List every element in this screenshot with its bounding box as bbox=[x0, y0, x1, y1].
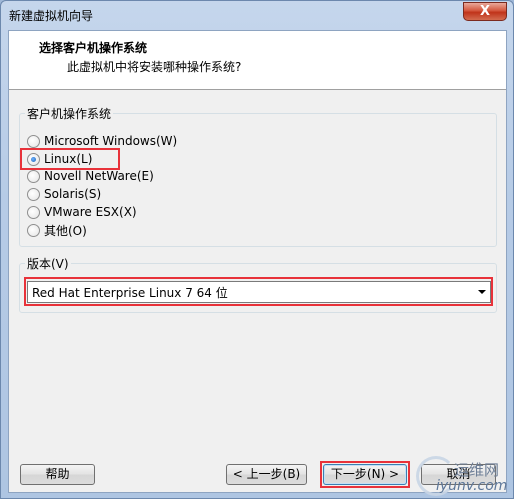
radio-other[interactable]: 其他(O) bbox=[27, 222, 87, 238]
radio-solaris[interactable]: Solaris(S) bbox=[27, 186, 101, 202]
window-title: 新建虚拟机向导 bbox=[9, 9, 94, 23]
guest-os-group-label: 客户机操作系统 bbox=[25, 105, 114, 122]
linux-highlight-box bbox=[20, 148, 120, 170]
back-button[interactable]: < 上一步(B) bbox=[226, 464, 307, 485]
version-group-label: 版本(V) bbox=[25, 255, 71, 272]
radio-netware[interactable]: Novell NetWare(E) bbox=[27, 168, 154, 184]
radio-windows-button[interactable] bbox=[27, 134, 40, 148]
wizard-window: 新建虚拟机向导 X 选择客户机操作系统 此虚拟机中将安装哪种操作系统? 客户机操… bbox=[0, 0, 514, 499]
wizard-header: 选择客户机操作系统 此虚拟机中将安装哪种操作系统? bbox=[9, 31, 506, 90]
radio-solaris-label: Solaris(S) bbox=[44, 187, 102, 201]
radio-esx-label: VMware ESX(X) bbox=[44, 205, 137, 219]
radio-windows-label: Microsoft Windows(W) bbox=[44, 134, 178, 148]
help-button[interactable]: 帮助 bbox=[20, 464, 95, 485]
close-icon: X bbox=[479, 4, 491, 19]
radio-esx-button[interactable] bbox=[27, 205, 40, 219]
watermark-en-text: iyunv.com bbox=[436, 478, 508, 494]
watermark-cn-text: 运维网 bbox=[454, 461, 500, 479]
page-subtitle: 此虚拟机中将安装哪种操作系统? bbox=[67, 60, 242, 74]
watermark-logo: 运维网 iyunv.com bbox=[416, 456, 511, 498]
radio-netware-label: Novell NetWare(E) bbox=[44, 169, 154, 183]
radio-esx[interactable]: VMware ESX(X) bbox=[27, 204, 137, 220]
radio-other-button[interactable] bbox=[27, 223, 40, 237]
radio-netware-button[interactable] bbox=[27, 169, 40, 183]
title-bar[interactable]: 新建虚拟机向导 X bbox=[1, 1, 513, 29]
radio-other-label: 其他(O) bbox=[44, 223, 87, 238]
version-highlight-box bbox=[24, 277, 493, 306]
radio-solaris-button[interactable] bbox=[27, 187, 40, 201]
close-button[interactable]: X bbox=[463, 2, 507, 21]
page-title: 选择客户机操作系统 bbox=[39, 41, 148, 55]
next-highlight-box bbox=[320, 461, 410, 488]
radio-windows[interactable]: Microsoft Windows(W) bbox=[27, 133, 177, 149]
wizard-client-area: 选择客户机操作系统 此虚拟机中将安装哪种操作系统? 客户机操作系统 Micros… bbox=[8, 30, 507, 493]
